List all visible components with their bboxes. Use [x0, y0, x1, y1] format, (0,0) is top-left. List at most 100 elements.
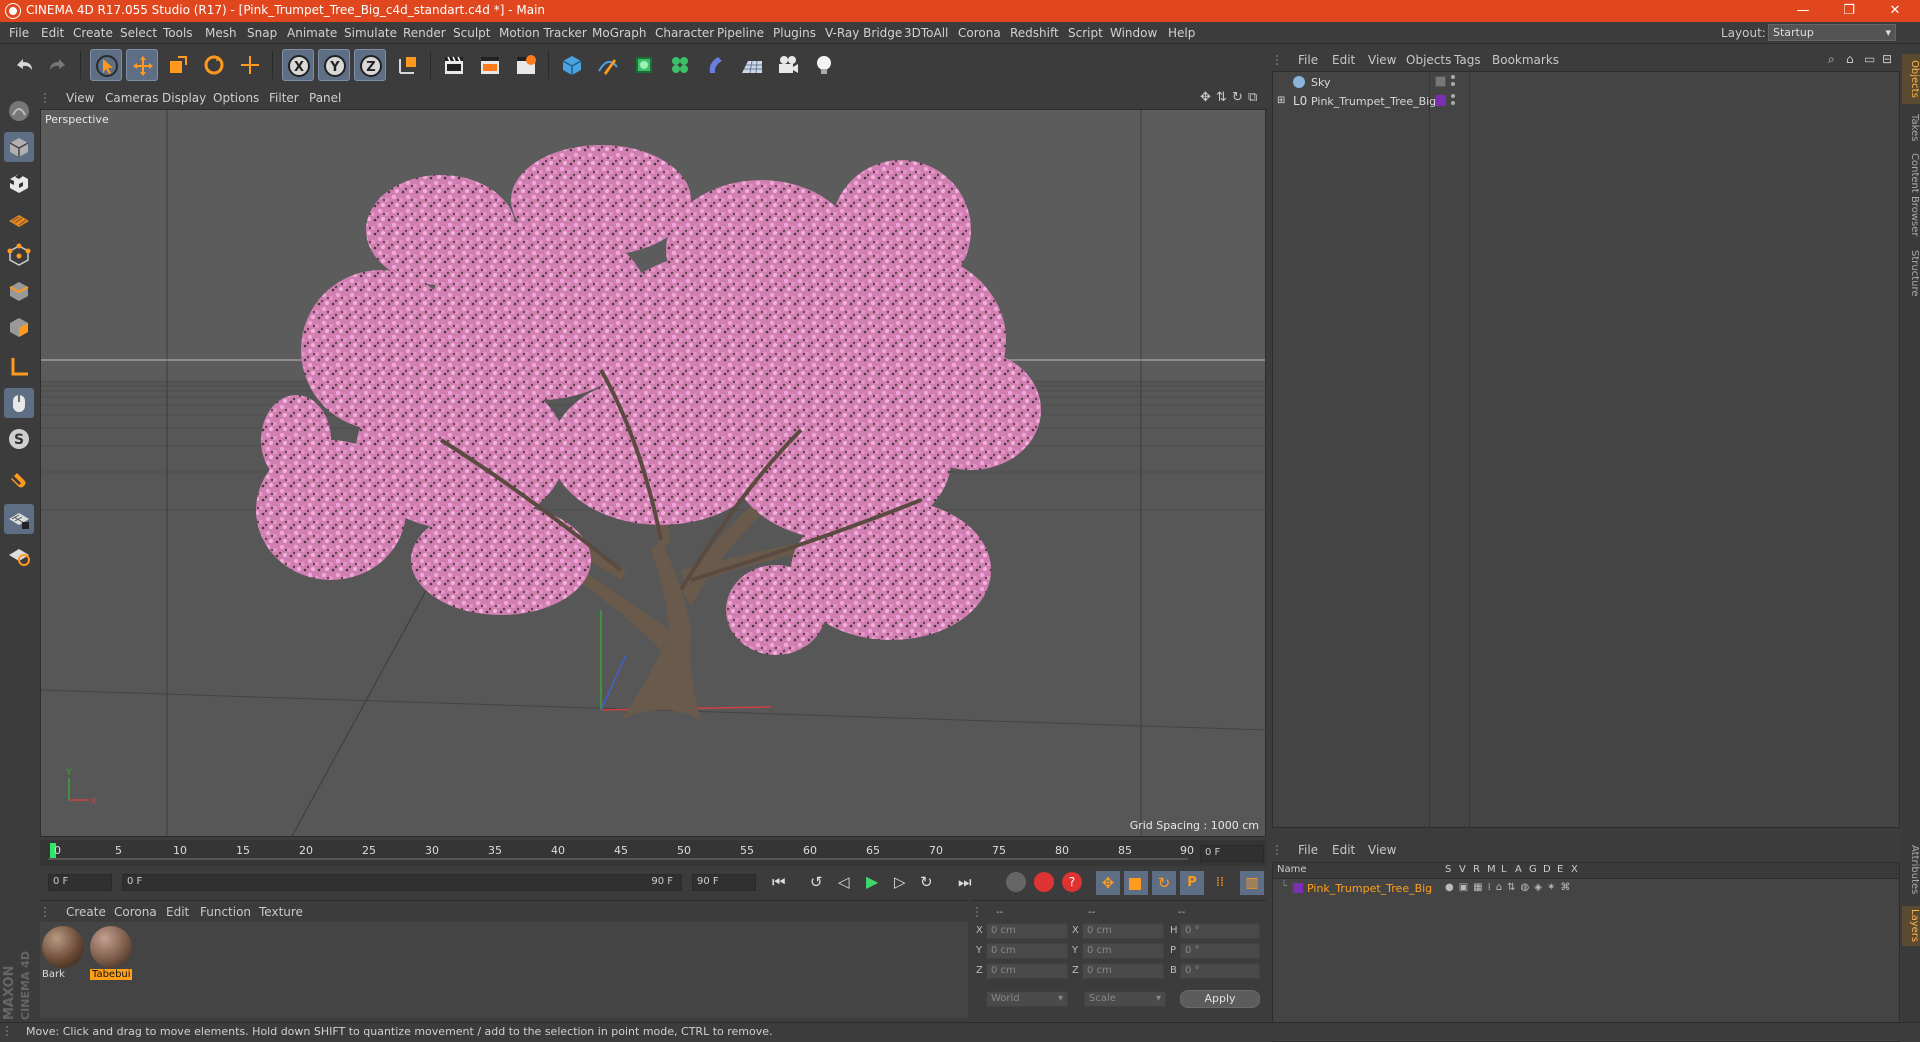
layer-flag-icons[interactable]: ●▣▦⁞⌂⇅◍◈✶⌘ [1445, 882, 1575, 893]
render-settings-button[interactable] [510, 49, 542, 81]
restore-button[interactable]: ❐ [1826, 1, 1872, 21]
dolly-view-icon[interactable]: ⇅ [1216, 90, 1227, 105]
planar-workplane-button[interactable] [4, 540, 34, 570]
size-z-field[interactable]: 0 cm [1082, 963, 1164, 979]
frame-range-slider[interactable]: 0 F 90 F [122, 874, 682, 891]
key-scale-icon[interactable] [1124, 871, 1148, 895]
layer-menu-file[interactable]: File [1298, 843, 1318, 857]
position-y-field[interactable]: 0 cm [986, 943, 1068, 959]
model-mode-button[interactable] [4, 132, 34, 162]
om-menu-file[interactable]: File [1298, 53, 1318, 67]
viewport-menu-options[interactable]: Options [213, 91, 259, 105]
rotation-h-field[interactable]: 0 ° [1180, 923, 1260, 939]
render-region-button[interactable] [474, 49, 506, 81]
menu-sculpt[interactable]: Sculpt [453, 26, 490, 40]
rotate-tool-button[interactable] [198, 49, 230, 81]
render-visibility-dot[interactable] [1451, 82, 1455, 86]
texture-mode-button[interactable] [4, 168, 34, 198]
menu-file[interactable]: File [9, 26, 29, 40]
expand-toggle-icon[interactable]: ⊞ [1277, 95, 1285, 106]
menu-snap[interactable]: Snap [247, 26, 277, 40]
position-z-field[interactable]: 0 cm [986, 963, 1068, 979]
coordinate-space-dropdown[interactable]: World ▾ [986, 991, 1068, 1007]
rotation-p-field[interactable]: 0 ° [1180, 943, 1260, 959]
edges-mode-button[interactable] [4, 276, 34, 306]
move-tool-button[interactable] [126, 49, 158, 81]
add-camera-button[interactable] [772, 49, 804, 81]
layout-dropdown[interactable]: Startup ▾ [1768, 24, 1896, 41]
rotation-b-field[interactable]: 0 ° [1180, 963, 1260, 979]
om-menu-bookmarks[interactable]: Bookmarks [1492, 53, 1559, 67]
size-y-field[interactable]: 0 cm [1082, 943, 1164, 959]
polygons-mode-button[interactable] [4, 312, 34, 342]
tweak-mode-button[interactable] [4, 388, 34, 418]
snap-toggle-button[interactable]: S [4, 424, 34, 454]
expand-icon[interactable]: ⊟ [1882, 52, 1892, 66]
viewport-menu-filter[interactable]: Filter [269, 91, 299, 105]
key-position-icon[interactable]: ✥ [1096, 871, 1120, 895]
menu-corona[interactable]: Corona [958, 26, 1001, 40]
material-menu-create[interactable]: Create [66, 905, 106, 919]
menu-help[interactable]: Help [1168, 26, 1195, 40]
material-menu-function[interactable]: Function [200, 905, 251, 919]
add-nurbs-button[interactable] [628, 49, 660, 81]
om-menu-tags[interactable]: Tags [1454, 53, 1481, 67]
material-menu-edit[interactable]: Edit [166, 905, 189, 919]
current-frame-field[interactable]: 0 F [1200, 845, 1264, 862]
tab-structure[interactable]: Structure [1902, 246, 1920, 300]
new-window-icon[interactable]: ▭ [1864, 52, 1875, 66]
editor-visibility-dot[interactable] [1451, 94, 1455, 98]
coordinate-system-button[interactable] [392, 49, 424, 81]
material-tabebui[interactable]: Tabebui [90, 926, 132, 982]
material-bark[interactable]: Bark [42, 926, 84, 982]
start-frame-field[interactable]: 0 F [48, 874, 112, 891]
menu-script[interactable]: Script [1068, 26, 1103, 40]
tab-takes[interactable]: Takes [1902, 108, 1920, 148]
size-x-field[interactable]: 0 cm [1082, 923, 1164, 939]
om-menu-objects[interactable]: Objects [1406, 53, 1451, 67]
position-x-field[interactable]: 0 cm [986, 923, 1068, 939]
points-mode-button[interactable] [4, 240, 34, 270]
previous-frame-icon[interactable]: ◁ [838, 873, 850, 891]
menu-animate[interactable]: Animate [287, 26, 337, 40]
home-icon[interactable]: ⌂ [1846, 52, 1854, 66]
search-icon[interactable]: ⌕ [1828, 52, 1835, 67]
add-deformer-button[interactable] [700, 49, 732, 81]
minimize-button[interactable]: — [1780, 1, 1826, 21]
menu-edit[interactable]: Edit [41, 26, 64, 40]
menu-character[interactable]: Character [655, 26, 714, 40]
undo-button[interactable] [8, 49, 40, 81]
next-key-icon[interactable]: ↻ [920, 873, 933, 891]
om-menu-edit[interactable]: Edit [1332, 53, 1355, 67]
material-menu-corona[interactable]: Corona [114, 905, 157, 919]
axis-mode-button[interactable] [4, 352, 34, 382]
apply-button[interactable]: Apply [1180, 990, 1260, 1008]
om-menu-view[interactable]: View [1368, 53, 1396, 67]
z-axis-lock-button[interactable]: Z [354, 49, 386, 81]
next-frame-icon[interactable]: ▷ [894, 873, 906, 891]
pan-view-icon[interactable]: ✥ [1200, 90, 1211, 105]
layer-menu-view[interactable]: View [1368, 843, 1396, 857]
key-parameter-icon[interactable]: P [1180, 871, 1204, 895]
menu-simulate[interactable]: Simulate [344, 26, 397, 40]
menu-pipeline[interactable]: Pipeline [717, 26, 764, 40]
y-axis-lock-button[interactable]: Y [318, 49, 350, 81]
object-row-sky[interactable]: Sky [1273, 73, 1899, 92]
add-light-button[interactable] [808, 49, 840, 81]
menu-plugins[interactable]: Plugins [773, 26, 816, 40]
layer-menu-edit[interactable]: Edit [1332, 843, 1355, 857]
tab-objects[interactable]: Objects [1902, 54, 1920, 104]
autokey-icon[interactable] [1034, 872, 1054, 892]
make-editable-button[interactable] [4, 96, 34, 126]
play-icon[interactable]: ▶ [866, 872, 878, 891]
menu-motion-tracker[interactable]: Motion Tracker [499, 26, 587, 40]
menu-redshift[interactable]: Redshift [1010, 26, 1059, 40]
x-axis-lock-button[interactable]: X [282, 49, 314, 81]
key-rotation-icon[interactable]: ↻ [1152, 871, 1176, 895]
layer-row[interactable]: └ Pink_Trumpet_Tree_Big ●▣▦⁞⌂⇅◍◈✶⌘ [1273, 880, 1899, 897]
perspective-viewport[interactable]: Y X Perspective Grid Spacing : 1000 cm [40, 109, 1266, 837]
viewport-menu-view[interactable]: View [66, 91, 94, 105]
render-visibility-dot[interactable] [1451, 101, 1455, 105]
add-mograph-button[interactable] [664, 49, 696, 81]
tab-content-browser[interactable]: Content Browser [1902, 150, 1920, 240]
